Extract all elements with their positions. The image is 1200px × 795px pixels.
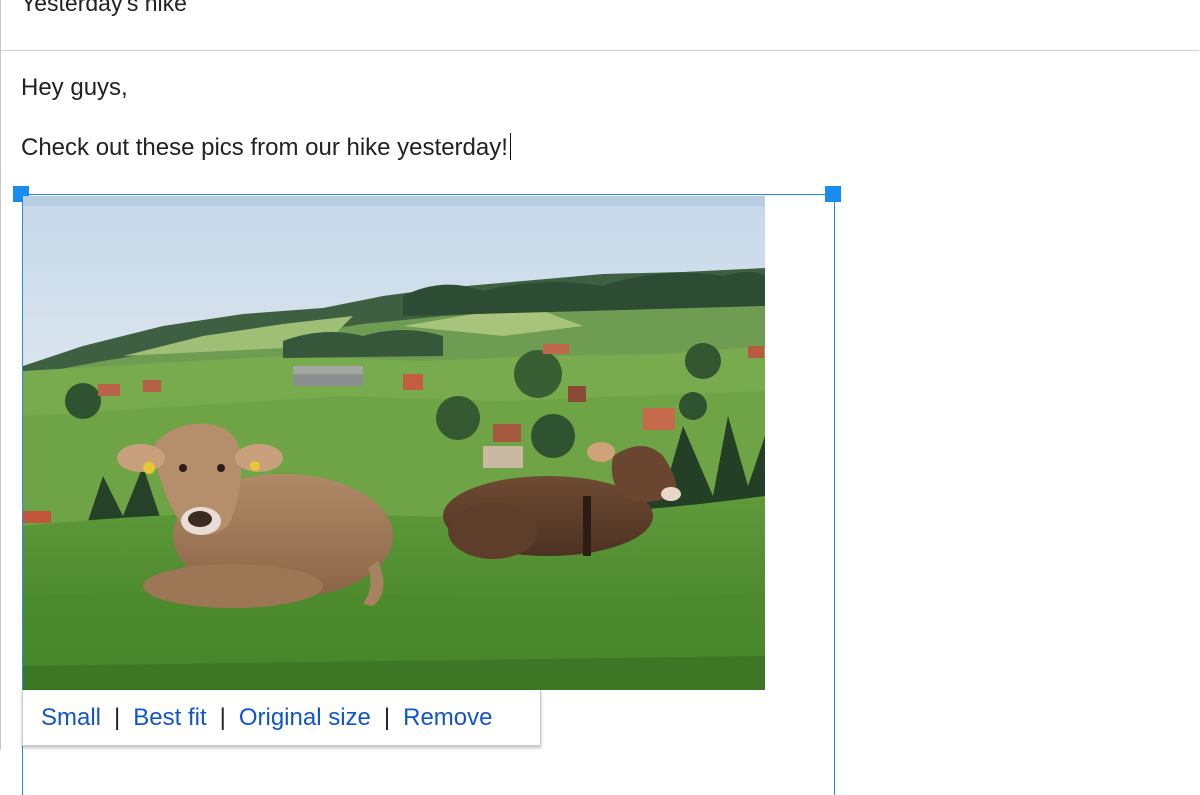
photo-cows-on-hillside-icon bbox=[23, 196, 765, 690]
image-size-menu: Small | Best fit | Original size | Remov… bbox=[22, 690, 541, 746]
subject-row[interactable]: Yesterday's hike bbox=[1, 0, 1199, 51]
greeting-text[interactable]: Hey guys, bbox=[21, 73, 128, 103]
size-original-link[interactable]: Original size bbox=[239, 704, 371, 732]
menu-separator: | bbox=[383, 703, 391, 731]
remove-image-link[interactable]: Remove bbox=[403, 704, 492, 732]
size-best-fit-link[interactable]: Best fit bbox=[133, 704, 206, 732]
resize-handle-top-right[interactable] bbox=[825, 186, 841, 202]
inline-photo[interactable] bbox=[23, 196, 765, 690]
subject-field[interactable]: Yesterday's hike bbox=[21, 0, 187, 18]
compose-window: Yesterday's hike Hey guys, Check out the… bbox=[0, 0, 1200, 795]
menu-separator: | bbox=[219, 703, 226, 731]
menu-separator: | bbox=[114, 703, 121, 731]
message-line[interactable]: Check out these pics from our hike yeste… bbox=[21, 133, 511, 163]
text-cursor bbox=[509, 133, 511, 160]
message-text: Check out these pics from our hike yeste… bbox=[21, 134, 508, 161]
size-small-link[interactable]: Small bbox=[41, 704, 101, 732]
